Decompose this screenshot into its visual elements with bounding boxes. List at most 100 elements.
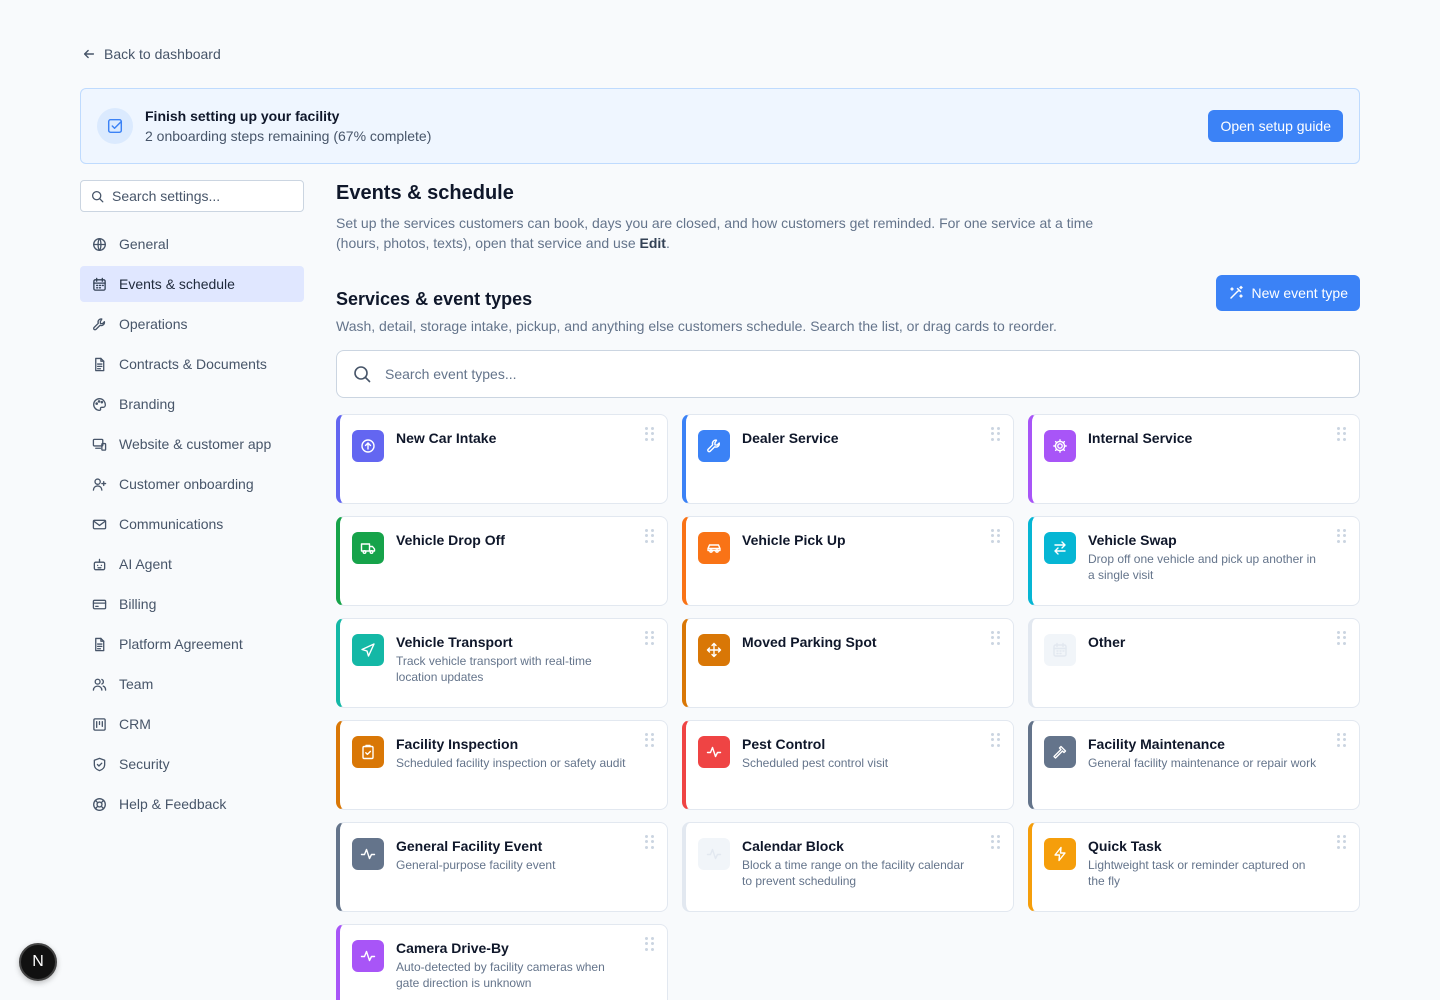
globe-icon [93,237,106,251]
calendar-icon [93,277,106,291]
credit-card-icon [92,599,107,609]
sidebar-item-branding[interactable]: Branding [80,386,304,422]
event-type-icon [1044,634,1076,666]
sidebar-item-team[interactable]: Team [80,666,304,702]
sidebar-item-label: Security [119,756,170,772]
drag-handle-icon[interactable] [645,937,655,951]
sidebar-item-operations[interactable]: Operations [80,306,304,342]
sidebar-item-label: AI Agent [119,556,172,572]
drag-handle-icon[interactable] [645,427,655,441]
event-type-description: Block a time range on the facility calen… [742,858,965,888]
event-type-icon [352,940,384,972]
sidebar-item-help-feedback[interactable]: Help & Feedback [80,786,304,822]
back-link-label: Back to dashboard [104,46,221,62]
setup-banner: Finish setting up your facility 2 onboar… [80,88,1360,164]
new-event-type-button[interactable]: New event type [1215,275,1360,311]
event-type-card[interactable]: Dealer Service [682,414,1014,504]
event-type-card[interactable]: Quick Task Lightweight task or reminder c… [1028,822,1360,912]
sidebar-item-website-customer-app[interactable]: Website & customer app [80,426,304,462]
event-type-icon [698,430,730,462]
drag-handle-icon[interactable] [1337,631,1347,645]
event-type-icon [1044,430,1076,462]
crm-icon [93,717,106,731]
event-type-card[interactable]: Vehicle Swap Drop off one vehicle and pic… [1028,516,1360,606]
event-types-search-input[interactable] [385,366,1343,382]
arrow-up-circle-icon [361,439,375,453]
drag-handle-icon[interactable] [991,427,1001,441]
wrench-icon [707,439,720,453]
sidebar-item-platform-agreement[interactable]: Platform Agreement [80,626,304,662]
event-type-icon [698,634,730,666]
event-type-card[interactable]: Vehicle Pick Up [682,516,1014,606]
hammer-icon [1053,745,1067,759]
drag-handle-icon[interactable] [1337,427,1347,441]
devices-icon [92,438,107,451]
drag-handle-icon[interactable] [1337,835,1347,849]
sidebar-item-crm[interactable]: CRM [80,706,304,742]
event-type-title: Camera Drive-By [396,940,509,956]
event-type-description: General-purpose facility event [396,858,556,872]
drag-handle-icon[interactable] [1337,733,1347,747]
event-type-card[interactable]: Facility Maintenance General facility mai… [1028,720,1360,810]
sidebar-item-label: Contracts & Documents [119,356,267,372]
sidebar-item-label: Communications [119,516,224,532]
sidebar-item-security[interactable]: Security [80,746,304,782]
settings-sidebar: General Events & schedule Operations Contra… [80,180,304,826]
section-header: Services & event types Wash, detail, sto… [336,275,1360,334]
user-avatar[interactable]: N [19,943,57,981]
event-type-card[interactable]: General Facility Event General-purpose fa… [336,822,668,912]
sidebar-item-label: Team [119,676,154,692]
sidebar-item-ai-agent[interactable]: AI Agent [80,546,304,582]
drag-handle-icon[interactable] [645,835,655,849]
sidebar-item-events-schedule[interactable]: Events & schedule [80,266,304,302]
event-type-title: Vehicle Swap [1088,532,1177,548]
event-type-card[interactable]: Vehicle Drop Off [336,516,668,606]
sidebar-item-contracts-documents[interactable]: Contracts & Documents [80,346,304,382]
drag-handle-icon[interactable] [645,529,655,543]
banner-title: Finish setting up your facility [145,108,340,124]
back-to-dashboard-link[interactable]: Back to dashboard [82,46,221,62]
section-description: Wash, detail, storage intake, pickup, an… [336,318,1057,334]
drag-handle-icon[interactable] [991,631,1001,645]
settings-search-box[interactable] [80,180,304,212]
sidebar-item-billing[interactable]: Billing [80,586,304,622]
event-type-card[interactable]: Moved Parking Spot [682,618,1014,708]
drag-handle-icon[interactable] [1337,529,1347,543]
sidebar-item-customer-onboarding[interactable]: Customer onboarding [80,466,304,502]
event-type-card[interactable]: Internal Service [1028,414,1360,504]
drag-handle-icon[interactable] [991,835,1001,849]
event-type-card[interactable]: Camera Drive-By Auto-detected by facility… [336,924,668,1000]
sidebar-item-label: Help & Feedback [119,796,227,812]
event-type-card[interactable]: Vehicle Transport Track vehicle transport… [336,618,668,708]
drag-handle-icon[interactable] [645,733,655,747]
event-type-card[interactable]: New Car Intake [336,414,668,504]
event-type-icon [1044,532,1076,564]
drag-handle-icon[interactable] [991,529,1001,543]
event-type-title: Calendar Block [742,838,844,854]
sidebar-item-label: CRM [119,716,151,732]
event-type-description: Scheduled facility inspection or safety … [396,756,626,770]
event-type-icon [352,634,384,666]
event-types-grid: New Car Intake Dealer Service Internal Ser… [336,414,1360,1000]
truck-icon [360,543,376,554]
page-description-edit: Edit [639,235,666,251]
drag-handle-icon[interactable] [991,733,1001,747]
activity-icon [706,746,722,758]
settings-search-input[interactable] [112,188,293,204]
search-icon [91,190,104,202]
event-type-card[interactable]: Other [1028,618,1360,708]
lifebuoy-icon [93,797,106,811]
open-setup-guide-button[interactable]: Open setup guide [1208,110,1343,142]
drag-handle-icon[interactable] [645,631,655,645]
calendar-icon [1053,642,1067,657]
event-type-card[interactable]: Pest Control Scheduled pest control visit [682,720,1014,810]
sidebar-item-communications[interactable]: Communications [80,506,304,542]
event-type-card[interactable]: Calendar Block Block a time range on the … [682,822,1014,912]
banner-subtitle: 2 onboarding steps remaining (67% comple… [145,128,432,144]
document-icon [95,357,105,371]
event-type-card[interactable]: Facility Inspection Scheduled facility in… [336,720,668,810]
sidebar-item-general[interactable]: General [80,226,304,262]
event-types-search-box[interactable] [336,350,1360,398]
checkbox-icon [97,108,133,144]
event-type-description: Scheduled pest control visit [742,756,889,770]
